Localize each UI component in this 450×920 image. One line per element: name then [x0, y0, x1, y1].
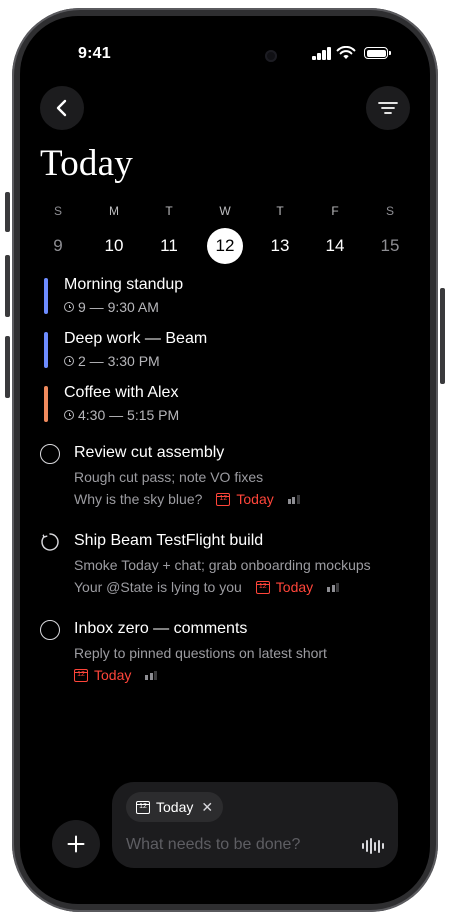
- day-mon-10[interactable]: M 10: [94, 204, 134, 264]
- day-number: 10: [104, 236, 124, 255]
- clock-icon: [64, 356, 74, 366]
- priority-bars-icon: [287, 494, 300, 504]
- priority-bars-icon: [327, 582, 340, 592]
- day-number: 14: [325, 236, 345, 255]
- task-title: Inbox zero — comments: [74, 620, 248, 637]
- event-item[interactable]: Coffee with Alex 4:30 — 5:15 PM: [44, 384, 384, 430]
- day-number: 15: [380, 236, 400, 255]
- calendar-icon: 12: [74, 668, 88, 682]
- task-input[interactable]: What needs to be done?: [126, 836, 300, 854]
- task-meta: Your @State is lying to you 12 Today: [74, 579, 340, 595]
- wifi-icon: [336, 46, 356, 59]
- event-time: 2 — 3:30 PM: [64, 353, 160, 369]
- task-composer: 12 Today ✕ What needs to be done?: [112, 782, 398, 868]
- due-label: Today: [94, 667, 132, 683]
- page-title: Today: [40, 143, 133, 184]
- front-camera: [265, 50, 277, 62]
- due-date: 12 Today: [74, 667, 131, 683]
- event-title: Coffee with Alex: [64, 384, 179, 401]
- day-sun-9[interactable]: S 9: [38, 204, 78, 264]
- app-screen: 9:41 Today S 9 M 10 T 11 W 12 T 13 F 14 …: [20, 16, 430, 904]
- due-chip-label: Today: [156, 799, 194, 815]
- event-color-bar: [44, 386, 48, 422]
- day-of-week-label: T: [165, 204, 173, 218]
- task-note: Rough cut pass; note VO fixes: [74, 469, 264, 485]
- due-label: Today: [275, 579, 314, 595]
- task-link-text: Why is the sky blue?: [74, 491, 203, 507]
- calendar-icon: 12: [255, 580, 270, 594]
- filter-button[interactable]: [366, 86, 410, 130]
- task-item[interactable]: Inbox zero — comments Reply to pinned qu…: [40, 620, 410, 683]
- volume-down-button: [5, 336, 10, 398]
- calendar-icon: 12: [136, 800, 150, 814]
- day-fri-14[interactable]: F 14: [315, 204, 355, 264]
- add-task-button[interactable]: [52, 820, 100, 868]
- priority-bars-icon: [145, 670, 158, 680]
- task-link-text: Your @State is lying to you: [74, 579, 242, 595]
- clock-icon: [64, 302, 74, 312]
- clock-icon: [64, 410, 74, 420]
- event-title: Morning standup: [64, 276, 184, 293]
- filter-icon: [378, 102, 398, 114]
- day-of-week-label: S: [53, 204, 62, 218]
- day-sat-15[interactable]: S 15: [370, 204, 410, 264]
- day-thu-13[interactable]: T 13: [260, 204, 300, 264]
- status-time: 9:41: [78, 45, 111, 62]
- event-time: 9 — 9:30 AM: [64, 299, 159, 315]
- event-title: Deep work — Beam: [64, 330, 208, 347]
- task-checkbox[interactable]: [40, 444, 60, 464]
- day-number: 12: [207, 228, 243, 264]
- event-item[interactable]: Morning standup 9 — 9:30 AM: [44, 276, 384, 322]
- due-date: 12 Today: [216, 491, 274, 507]
- event-time-label: 4:30 — 5:15 PM: [78, 407, 180, 423]
- day-of-week-label: W: [219, 204, 231, 218]
- event-color-bar: [44, 278, 48, 314]
- event-time-label: 9 — 9:30 AM: [78, 299, 159, 315]
- event-item[interactable]: Deep work — Beam 2 — 3:30 PM: [44, 330, 384, 376]
- repeat-circle-icon[interactable]: [40, 532, 60, 552]
- day-number: 13: [270, 236, 290, 255]
- cellular-signal-icon: [312, 47, 332, 60]
- day-number: 9: [53, 236, 63, 255]
- status-bar: 9:41: [20, 16, 430, 72]
- day-number: 11: [160, 236, 178, 255]
- event-color-bar: [44, 332, 48, 368]
- task-meta: Why is the sky blue? 12 Today: [74, 491, 300, 507]
- task-note: Reply to pinned questions on latest shor…: [74, 645, 327, 661]
- calendar-icon: 12: [216, 492, 231, 506]
- voice-input-icon[interactable]: [362, 838, 384, 854]
- day-of-week-label: F: [331, 204, 339, 218]
- due-label: Today: [236, 491, 274, 507]
- due-date: 12 Today: [255, 579, 314, 595]
- task-item[interactable]: Ship Beam TestFlight build Smoke Today +…: [40, 532, 410, 602]
- day-of-week-label: S: [385, 204, 394, 218]
- event-time-label: 2 — 3:30 PM: [78, 353, 160, 369]
- day-tue-11[interactable]: T 11: [149, 204, 189, 264]
- battery-icon: [364, 47, 391, 59]
- volume-up-button: [5, 255, 10, 317]
- task-title: Ship Beam TestFlight build: [74, 532, 264, 549]
- chevron-left-icon: [56, 99, 67, 117]
- back-button[interactable]: [40, 86, 84, 130]
- task-title: Review cut assembly: [74, 444, 225, 461]
- task-item[interactable]: Review cut assembly Rough cut pass; note…: [40, 444, 410, 514]
- due-chip[interactable]: 12 Today ✕: [126, 792, 224, 822]
- day-wed-12-selected[interactable]: W 12: [205, 204, 245, 264]
- power-button: [440, 288, 445, 384]
- task-meta: 12 Today: [74, 667, 158, 683]
- plus-icon: [67, 835, 85, 853]
- task-note: Smoke Today + chat; grab onboarding mock…: [74, 557, 371, 573]
- day-of-week-label: M: [109, 204, 119, 218]
- close-icon[interactable]: ✕: [201, 799, 213, 816]
- day-of-week-label: T: [276, 204, 284, 218]
- event-time: 4:30 — 5:15 PM: [64, 407, 179, 423]
- action-button: [5, 192, 10, 232]
- task-checkbox[interactable]: [40, 620, 60, 640]
